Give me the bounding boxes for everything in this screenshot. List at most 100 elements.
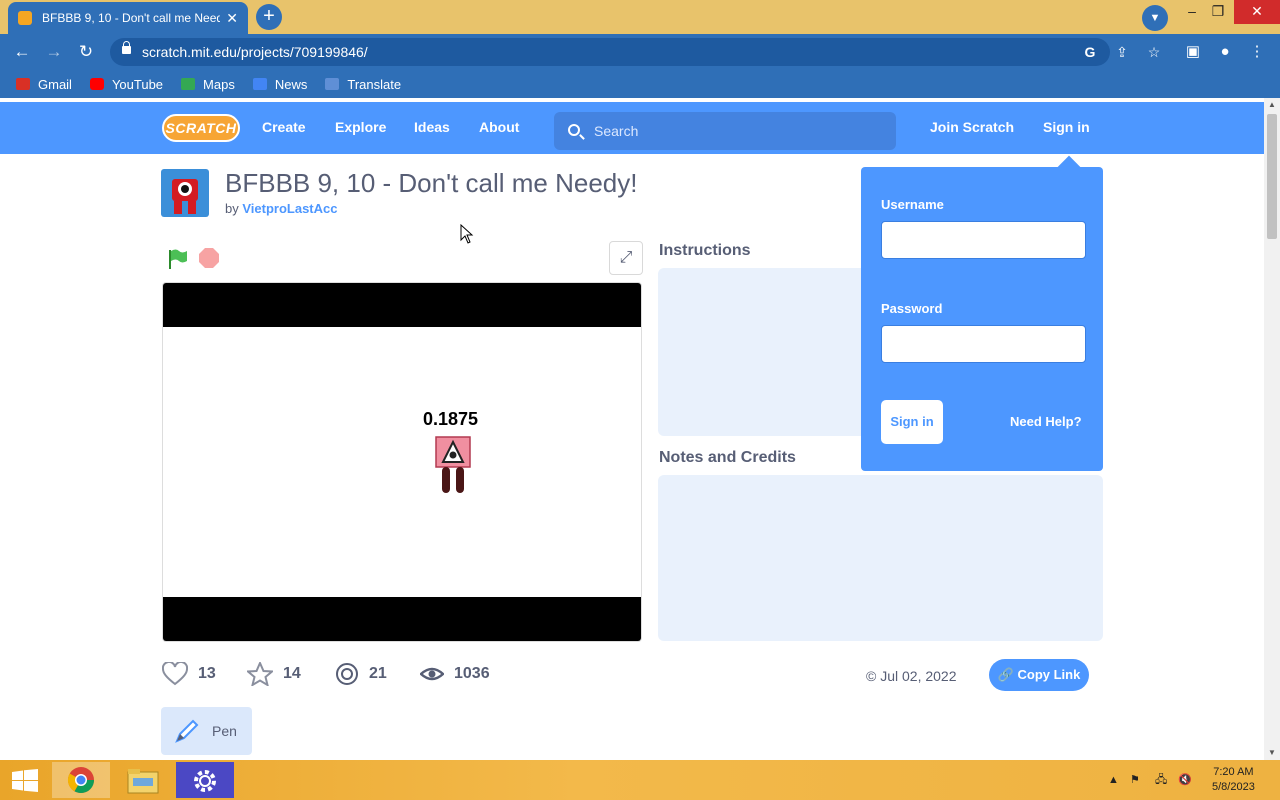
bookmark-label: YouTube [111, 76, 164, 92]
restore-button[interactable]: ❐ [1200, 0, 1236, 24]
love-stat[interactable]: 13 [162, 662, 216, 686]
project-stage[interactable]: 0.1875 [162, 282, 642, 642]
avatar-leg [188, 201, 196, 214]
fullscreen-button[interactable]: ⤢ [609, 241, 643, 275]
bookmark-youtube[interactable]: YouTube [89, 76, 164, 92]
pen-icon [175, 719, 199, 743]
notes-box [658, 475, 1103, 641]
project-byline: by VietproLastAcc [225, 201, 338, 216]
green-flag-icon[interactable] [166, 248, 188, 270]
scroll-down-icon[interactable]: ▼ [1264, 746, 1280, 760]
instructions-heading: Instructions [659, 242, 751, 259]
chrome-taskbar-app[interactable] [52, 762, 110, 798]
chrome-menu-icon[interactable]: ⋮ [1245, 40, 1269, 64]
love-count: 13 [198, 665, 216, 682]
tab-search-chevron-icon[interactable]: ▼ [1142, 5, 1168, 31]
translate-icon [325, 78, 340, 90]
scroll-thumb[interactable] [1267, 114, 1277, 239]
avatar-leg [174, 201, 182, 214]
volume-muted-icon[interactable]: 🔇 [1178, 760, 1192, 800]
avatar-eye [178, 182, 192, 196]
nav-create[interactable]: Create [262, 102, 306, 154]
page-scrollbar[interactable]: ▲ ▼ [1264, 98, 1280, 760]
remix-stat: 21 [335, 662, 387, 686]
bookmarks-bar: Gmail YouTube Maps News Translate [0, 70, 1280, 98]
remix-count: 21 [369, 665, 387, 682]
star-icon [247, 662, 273, 686]
new-tab-button[interactable]: + [256, 4, 282, 30]
pen-extension-tag: Pen [161, 707, 252, 755]
view-stat: 1036 [420, 662, 490, 686]
remix-icon [336, 663, 358, 685]
project-author-avatar[interactable] [161, 169, 209, 217]
file-explorer-taskbar-app[interactable] [114, 762, 172, 798]
popup-caret [1057, 155, 1081, 179]
maps-icon [181, 78, 196, 90]
copy-link-button[interactable]: 🔗 Copy Link [989, 659, 1089, 691]
folder-icon [127, 769, 159, 794]
scratch-navbar: SCRATCH Create Explore Ideas About Searc… [0, 102, 1264, 154]
password-label: Password [881, 301, 943, 316]
nav-explore[interactable]: Explore [335, 102, 386, 154]
copy-link-label: Copy Link [1017, 667, 1081, 682]
address-bar[interactable]: scratch.mit.edu/projects/709199846/ G ⇪ … [110, 38, 1160, 66]
settings-taskbar-app[interactable] [176, 762, 234, 798]
username-input[interactable] [881, 221, 1086, 259]
by-prefix: by [225, 201, 239, 216]
scratch-page: SCRATCH Create Explore Ideas About Searc… [0, 98, 1264, 760]
scratch-logo[interactable]: SCRATCH [162, 114, 240, 142]
stop-icon[interactable] [199, 248, 219, 268]
project-date: © Jul 02, 2022 [866, 668, 957, 684]
browser-tab[interactable]: BFBBB 9, 10 - Don't call me Needy! ✕ [8, 2, 248, 34]
url-text: scratch.mit.edu/projects/709199846/ [142, 44, 368, 60]
gmail-icon [16, 78, 30, 90]
search-input[interactable]: Search [554, 112, 896, 150]
eye-icon [420, 667, 444, 681]
signin-submit-button[interactable]: Sign in [881, 400, 943, 444]
bookmark-maps[interactable]: Maps [181, 77, 235, 92]
scroll-up-icon[interactable]: ▲ [1264, 98, 1280, 112]
network-icon[interactable]: 🖧 [1155, 760, 1167, 800]
heart-icon [162, 662, 188, 686]
bookmark-news[interactable]: News [252, 77, 307, 92]
show-hidden-icons[interactable]: ▲ [1108, 760, 1119, 800]
search-placeholder: Search [594, 123, 639, 139]
bookmark-label: Gmail [38, 76, 72, 92]
browser-title-bar: BFBBB 9, 10 - Don't call me Needy! ✕ + ▼… [0, 0, 1280, 34]
nav-about[interactable]: About [479, 102, 519, 154]
windows-start-icon[interactable] [12, 769, 38, 793]
profile-avatar-icon[interactable]: ● [1213, 40, 1237, 64]
side-panel-icon[interactable]: ▣ [1181, 40, 1205, 64]
clock-time: 7:20 AM [1213, 766, 1254, 778]
need-help-link[interactable]: Need Help? [1010, 414, 1082, 429]
username-label: Username [881, 197, 944, 212]
copyright-icon: © [866, 668, 877, 684]
pen-label: Pen [212, 723, 237, 739]
bookmark-gmail[interactable]: Gmail [16, 77, 72, 92]
share-icon[interactable]: ⇪ [1112, 42, 1132, 62]
author-link[interactable]: VietproLastAcc [242, 201, 337, 216]
gear-icon [194, 770, 216, 792]
favorite-count: 14 [283, 665, 301, 682]
sign-in-link[interactable]: Sign in [1043, 102, 1090, 154]
favorite-stat[interactable]: 14 [247, 662, 301, 686]
tab-close-icon[interactable]: ✕ [226, 10, 238, 27]
close-window-button[interactable]: ✕ [1234, 0, 1280, 24]
password-input[interactable] [881, 325, 1086, 363]
scratch-favicon-icon [18, 11, 32, 25]
clock-date: 5/8/2023 [1212, 781, 1255, 793]
nav-ideas[interactable]: Ideas [414, 102, 450, 154]
bookmark-translate[interactable]: Translate [325, 77, 401, 92]
bookmark-star-icon[interactable]: ☆ [1144, 42, 1164, 62]
join-scratch-link[interactable]: Join Scratch [930, 102, 1014, 154]
google-lens-icon[interactable]: G [1080, 42, 1100, 62]
view-count: 1036 [454, 665, 490, 682]
youtube-icon [89, 78, 104, 90]
reload-icon[interactable]: ↻ [74, 40, 98, 64]
news-icon [252, 78, 267, 90]
back-arrow-icon[interactable]: ← [10, 40, 34, 64]
tab-title: BFBBB 9, 10 - Don't call me Needy! [42, 11, 221, 25]
forward-arrow-icon[interactable]: → [42, 40, 66, 64]
system-clock[interactable]: 7:20 AM 5/8/2023 [1212, 765, 1255, 795]
action-center-flag-icon[interactable]: ⚑ [1130, 760, 1140, 800]
